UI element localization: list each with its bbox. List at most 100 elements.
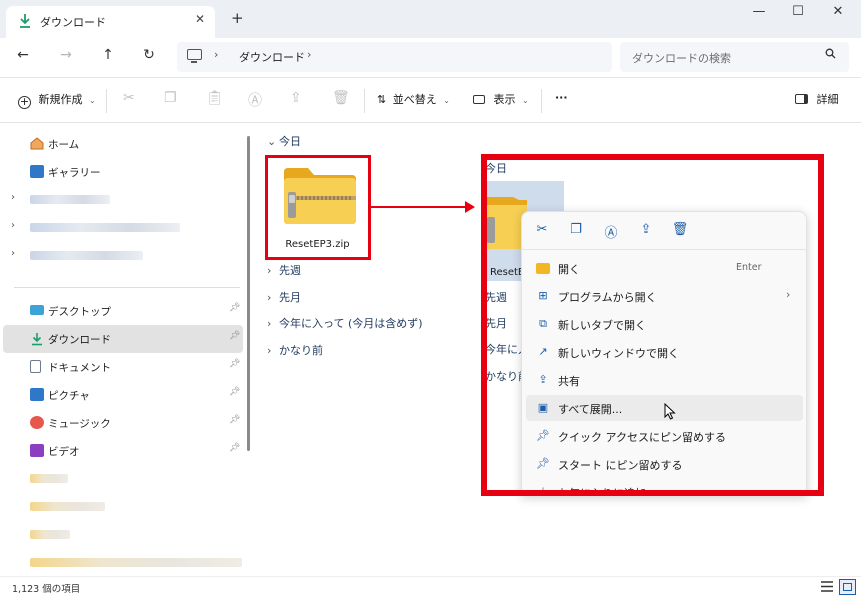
breadcrumb-separator-icon[interactable]: ›	[214, 48, 218, 61]
search-placeholder: ダウンロードの検索	[632, 52, 731, 65]
delete-icon[interactable]: 🗑︎	[332, 90, 350, 106]
command-bar: + 新規作成 ⌄ ✂ ❐ 📋︎ Ⓐ ⇪ 🗑︎ ⇅ 並べ替え ⌄ 表示 ⌄ ···…	[0, 79, 861, 123]
chevron-right-icon: ›	[267, 291, 272, 304]
sidebar-item-folder-1[interactable]	[0, 465, 244, 493]
sidebar-item-label: ビデオ	[48, 446, 80, 458]
new-button[interactable]: + 新規作成 ⌄	[18, 91, 96, 109]
pin-icon[interactable]: 📌︎	[229, 303, 240, 313]
sidebar-item-documents[interactable]: ドキュメント 📌︎	[0, 353, 244, 381]
sidebar-item-music[interactable]: ミュージック 📌︎	[0, 409, 244, 437]
pin-icon[interactable]: 📌︎	[229, 359, 240, 369]
address-bar-row: ← → ↑ ↻ › ダウンロード › ダウンロードの検索	[0, 38, 861, 78]
blurred-label	[30, 530, 70, 539]
new-button-label: 新規作成	[38, 93, 83, 106]
item-count: 1,123 個の項目	[12, 584, 81, 595]
sidebar-item-label: ギャラリー	[48, 167, 101, 179]
search-icon[interactable]	[825, 48, 836, 62]
chevron-down-icon: ⌄	[522, 96, 529, 105]
chevron-right-icon[interactable]: ›	[11, 248, 15, 259]
view-button[interactable]: 表示 ⌄	[473, 91, 529, 107]
search-input[interactable]: ダウンロードの検索	[620, 42, 849, 72]
view-icon	[473, 95, 485, 104]
sidebar-item-folder-3[interactable]	[0, 521, 244, 549]
annotation-arrow-line	[371, 206, 469, 208]
chevron-right-icon: ›	[267, 344, 272, 357]
music-icon	[30, 416, 44, 429]
address-bar[interactable]: › ダウンロード ›	[177, 42, 612, 72]
paste-icon[interactable]: 📋︎	[206, 90, 224, 106]
sidebar-item-folder-4[interactable]	[0, 549, 244, 577]
group-header-long-ago[interactable]: › かなり前	[267, 342, 323, 358]
plus-circle-icon: +	[18, 95, 31, 109]
sidebar-item-downloads[interactable]: ダウンロード 📌︎	[3, 325, 243, 353]
toolbar-divider	[106, 89, 107, 113]
sidebar-item-home[interactable]: ホーム	[0, 130, 244, 158]
sidebar-scrollbar[interactable]	[247, 136, 250, 451]
blurred-label	[30, 558, 242, 567]
refresh-icon[interactable]: ↻	[138, 47, 160, 63]
pin-icon[interactable]: 📌︎	[229, 443, 240, 453]
sort-button-label: 並べ替え	[392, 93, 437, 106]
chevron-right-icon[interactable]: ›	[11, 220, 15, 231]
share-icon[interactable]: ⇪	[290, 90, 302, 106]
computer-icon	[187, 49, 202, 63]
forward-icon[interactable]: →	[55, 47, 77, 63]
blurred-label	[30, 251, 143, 260]
up-icon[interactable]: ↑	[97, 47, 119, 63]
chevron-down-icon: ⌄	[443, 96, 450, 105]
blurred-label	[30, 223, 180, 232]
sidebar-item-videos[interactable]: ビデオ 📌︎	[0, 437, 244, 465]
annotation-arrow-head-icon	[465, 201, 475, 213]
details-view-icon[interactable]	[820, 580, 834, 593]
group-header-this-year[interactable]: › 今年に入って (今月は含めず)	[267, 315, 423, 331]
new-tab-button[interactable]: +	[231, 9, 244, 27]
pin-icon[interactable]: 📌︎	[229, 387, 240, 397]
pin-icon[interactable]: 📌︎	[229, 331, 240, 341]
back-icon[interactable]: ←	[12, 47, 34, 63]
details-button[interactable]: 詳細	[795, 91, 839, 107]
tab-downloads[interactable]: ダウンロード ✕	[6, 6, 215, 38]
sidebar-item-label: デスクトップ	[48, 306, 111, 318]
sidebar-item-gallery[interactable]: ギャラリー	[0, 158, 244, 186]
sidebar-divider	[14, 287, 240, 288]
more-options-icon[interactable]: ···	[555, 91, 568, 104]
blurred-label	[30, 195, 110, 204]
close-window-button[interactable]: ✕	[823, 4, 853, 19]
chevron-right-icon: ›	[267, 264, 272, 277]
chevron-right-icon[interactable]: ›	[11, 192, 15, 203]
minimize-button[interactable]: —	[744, 4, 774, 19]
group-header-last-week[interactable]: › 先週	[267, 262, 301, 278]
close-tab-icon[interactable]: ✕	[195, 12, 205, 26]
sort-icon: ⇅	[377, 93, 387, 106]
copy-icon[interactable]: ❐	[164, 90, 177, 106]
sidebar-item-cloud-2[interactable]: ›	[0, 214, 244, 242]
group-label: かなり前	[279, 344, 323, 357]
sidebar-item-desktop[interactable]: デスクトップ 📌︎	[0, 297, 244, 325]
title-bar: ダウンロード ✕ + — ☐ ✕	[0, 0, 861, 38]
highlight-box-file	[265, 155, 371, 260]
group-header-today[interactable]: ⌄ 今日	[267, 133, 301, 149]
sidebar-item-pictures[interactable]: ピクチャ 📌︎	[0, 381, 244, 409]
sidebar-item-cloud-3[interactable]: ›	[0, 242, 244, 270]
gallery-icon	[30, 165, 44, 178]
desktop-icon	[30, 305, 44, 315]
rename-icon[interactable]: Ⓐ	[248, 90, 262, 110]
group-label: 今日	[279, 135, 301, 148]
breadcrumb-downloads[interactable]: ダウンロード	[239, 49, 305, 65]
sidebar-item-cloud-1[interactable]: ›	[0, 186, 244, 214]
details-pane-icon	[795, 94, 808, 104]
status-bar: 1,123 個の項目	[0, 576, 861, 597]
pin-icon[interactable]: 📌︎	[229, 415, 240, 425]
group-header-last-month[interactable]: › 先月	[267, 289, 301, 305]
download-icon	[18, 13, 32, 32]
sidebar-item-folder-2[interactable]	[0, 493, 244, 521]
breadcrumb-separator-icon[interactable]: ›	[307, 48, 311, 61]
cut-icon[interactable]: ✂	[123, 90, 135, 106]
large-icons-view-icon[interactable]	[839, 579, 856, 595]
sidebar-item-label: ピクチャ	[48, 390, 90, 402]
maximize-button[interactable]: ☐	[783, 4, 813, 19]
toolbar-divider	[364, 89, 365, 113]
blurred-label	[30, 502, 105, 511]
video-icon	[30, 444, 44, 457]
sort-button[interactable]: ⇅ 並べ替え ⌄	[377, 91, 450, 107]
